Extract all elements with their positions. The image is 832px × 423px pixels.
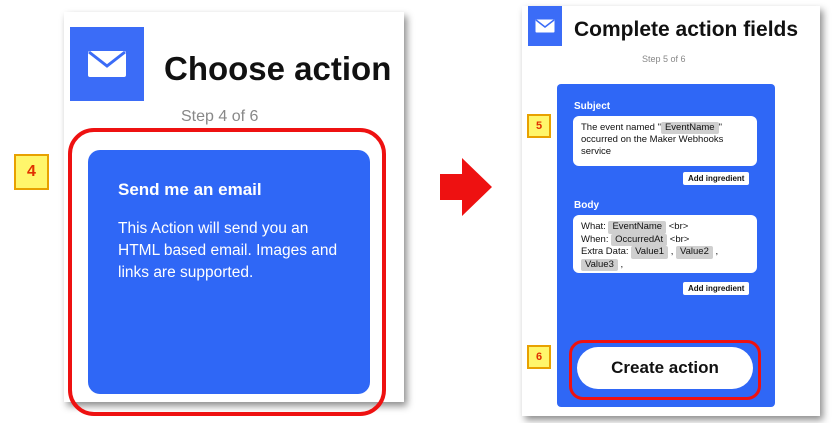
body-label: Body <box>574 200 599 211</box>
subject-field[interactable]: The event named " EventName " occurred on … <box>573 116 757 166</box>
ingredient-pill-eventname[interactable]: EventName <box>660 122 719 134</box>
add-ingredient-button-subject[interactable]: Add ingredient <box>683 172 750 185</box>
step-indicator: Step 5 of 6 <box>642 54 686 64</box>
ingredient-pill-value2[interactable]: Value2 <box>675 246 713 259</box>
body-what-label: What: <box>581 221 606 232</box>
body-br-tag: <br> <box>669 233 690 245</box>
subject-label: Subject <box>574 101 611 112</box>
mail-icon <box>535 19 555 33</box>
ingredient-pill-value1[interactable]: Value1 <box>631 246 669 259</box>
highlight-ring-action-card <box>68 128 386 416</box>
highlight-ring-create-action <box>569 340 761 400</box>
subject-text-mid: " <box>718 122 722 133</box>
page-title: Choose action <box>164 50 392 87</box>
subject-text-prefix: The event named " <box>581 122 661 133</box>
body-comma: , <box>715 246 719 257</box>
ingredient-pill-value3[interactable]: Value3 <box>581 258 618 271</box>
body-extra-label: Extra Data: <box>581 246 629 257</box>
step-badge-4: 4 <box>14 154 49 190</box>
body-when-label: When: <box>581 233 609 245</box>
subject-text-suffix: occurred on the Maker Webhooks service <box>581 134 724 157</box>
email-service-logo <box>70 27 144 101</box>
ingredient-pill-eventname[interactable]: EventName <box>608 221 667 234</box>
step-indicator: Step 4 of 6 <box>181 108 259 125</box>
arrow-right-icon <box>440 158 492 216</box>
body-comma: , <box>620 258 624 270</box>
page-title: Complete action fields <box>574 18 799 41</box>
ingredient-pill-occurredat[interactable]: OccurredAt <box>611 233 668 246</box>
body-field[interactable]: What: EventName <br> When: OccurredAt <b… <box>573 215 757 273</box>
step-badge-6: 6 <box>527 345 551 369</box>
body-comma: , <box>670 246 674 257</box>
body-br-tag: <br> <box>668 221 689 232</box>
step-badge-5: 5 <box>527 114 551 138</box>
mail-icon <box>88 50 126 77</box>
email-service-logo <box>528 6 562 46</box>
add-ingredient-button-body[interactable]: Add ingredient <box>683 282 750 295</box>
